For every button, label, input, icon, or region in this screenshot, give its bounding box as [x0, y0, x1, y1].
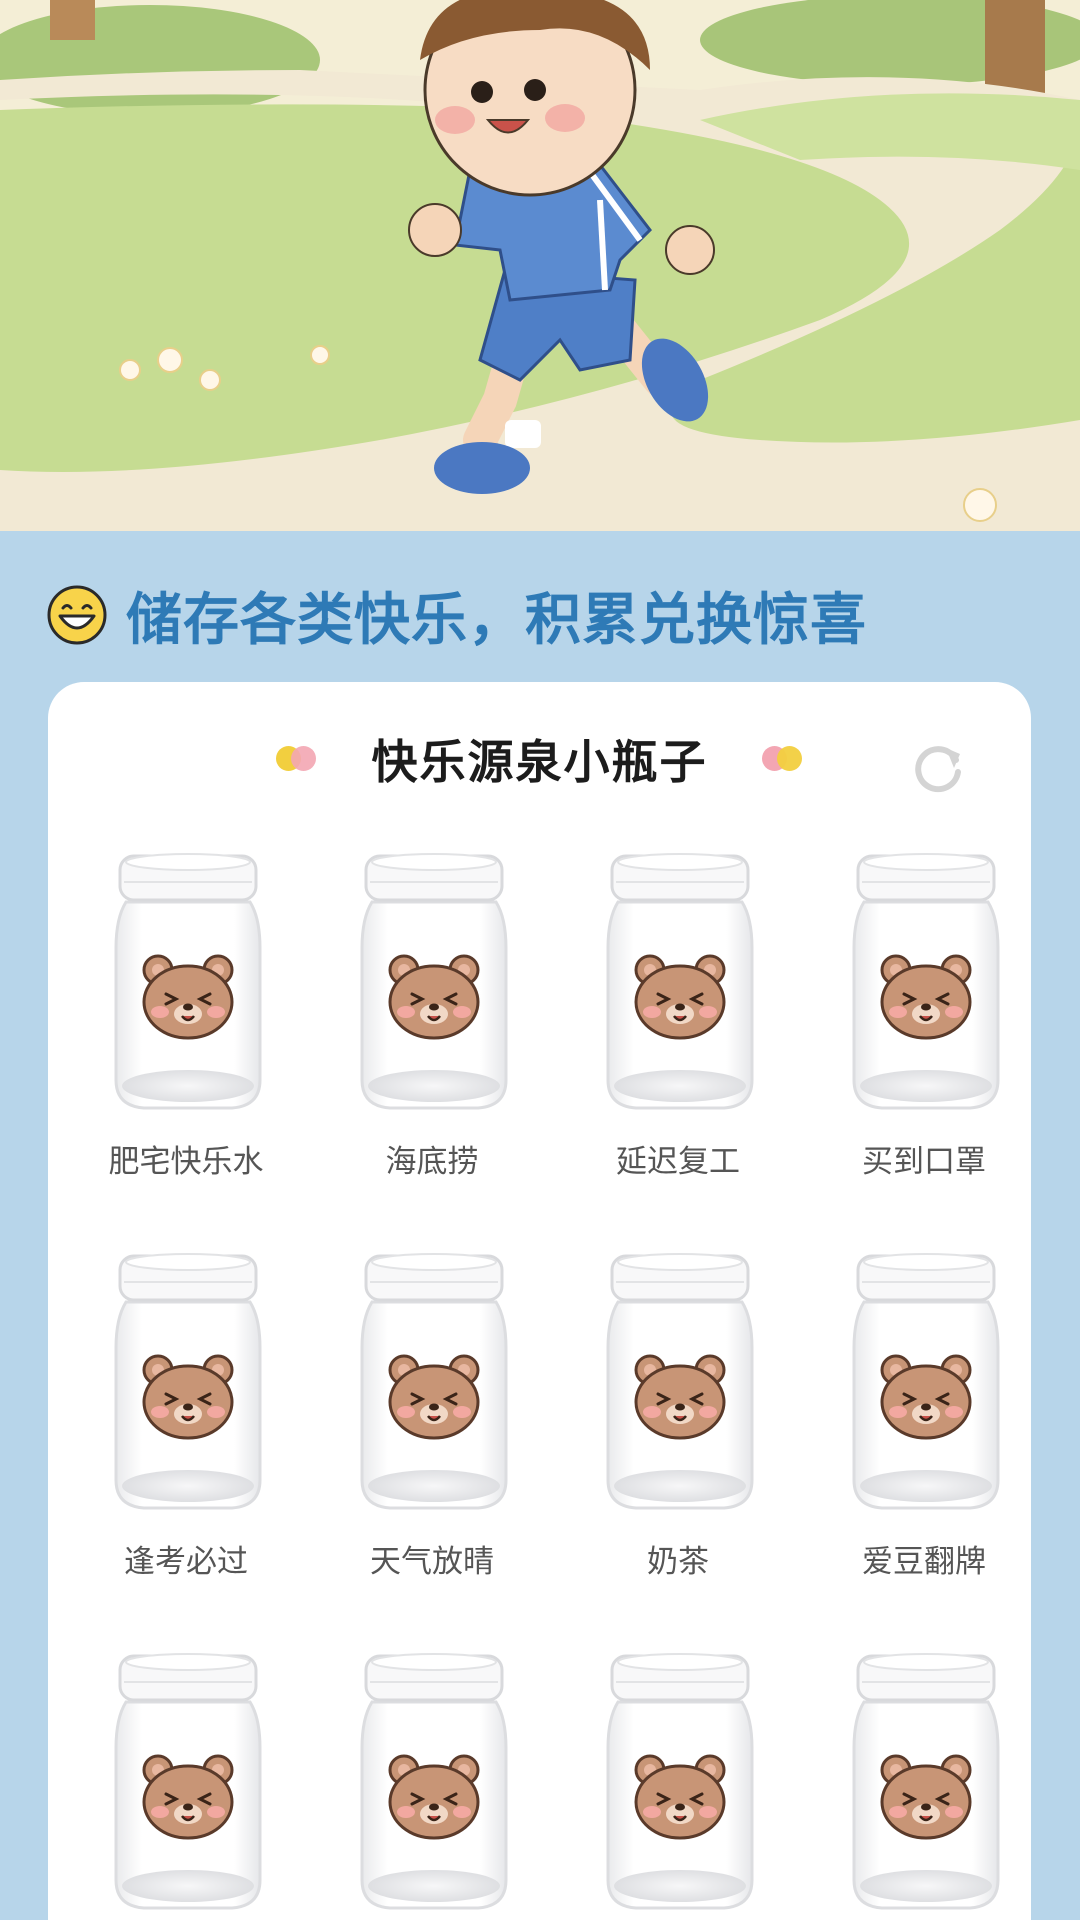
- jar-icon: [114, 853, 262, 1110]
- bear-face-icon: [142, 954, 234, 1040]
- jar-item[interactable]: 延迟复工: [578, 848, 778, 1208]
- jar-icon: [360, 1653, 508, 1910]
- jar-icon: [114, 1653, 262, 1910]
- jar-label: 天气放晴: [370, 1544, 494, 1580]
- jar-label: 逢考必过: [124, 1544, 248, 1580]
- bear-face-icon: [880, 954, 972, 1040]
- grinning-face-icon: [47, 585, 107, 645]
- refresh-icon[interactable]: [910, 740, 966, 796]
- jar-label: 肥宅快乐水: [108, 1144, 264, 1180]
- jar-icon: [606, 853, 754, 1110]
- bear-face-icon: [634, 954, 726, 1040]
- jar-item[interactable]: 海底捞: [332, 848, 532, 1208]
- bear-face-icon: [142, 1754, 234, 1840]
- jar-item[interactable]: [86, 1648, 286, 1920]
- bear-face-icon: [880, 1354, 972, 1440]
- jar-icon: [114, 1253, 262, 1510]
- page: 储存各类快乐，积累兑换惊喜 快乐源泉小瓶子 肥宅快乐水 海底捞 延迟复工 买到口…: [0, 0, 1080, 1920]
- headline-text: 储存各类快乐，积累兑换惊喜: [126, 587, 867, 653]
- jar-label: 延迟复工: [616, 1144, 740, 1180]
- running-boy-illustration: [0, 0, 1080, 531]
- card-title: 快乐源泉小瓶子: [371, 735, 708, 789]
- decor-dots-right: [762, 746, 806, 772]
- bear-face-icon: [388, 1754, 480, 1840]
- bear-face-icon: [880, 1754, 972, 1840]
- jar-item[interactable]: 逢考必过: [86, 1248, 286, 1608]
- jar-label: 爱豆翻牌: [862, 1544, 986, 1580]
- jar-icon: [852, 853, 1000, 1110]
- hero-illustration: [0, 0, 1080, 531]
- jar-label: 奶茶: [647, 1544, 709, 1580]
- jar-icon: [606, 1653, 754, 1910]
- jar-icon: [606, 1253, 754, 1510]
- jar-icon: [360, 853, 508, 1110]
- jar-item[interactable]: 买到口罩: [824, 848, 1024, 1208]
- bear-face-icon: [388, 1354, 480, 1440]
- jar-item[interactable]: [332, 1648, 532, 1920]
- jar-icon: [360, 1253, 508, 1510]
- jar-item[interactable]: 天气放晴: [332, 1248, 532, 1608]
- bear-face-icon: [388, 954, 480, 1040]
- jar-item[interactable]: [578, 1648, 778, 1920]
- jar-card: 快乐源泉小瓶子 肥宅快乐水 海底捞 延迟复工 买到口罩 逢考必过 天气放晴 奶茶…: [48, 682, 1031, 1920]
- jar-icon: [852, 1653, 1000, 1910]
- bear-face-icon: [634, 1354, 726, 1440]
- card-header: 快乐源泉小瓶子: [48, 712, 1031, 798]
- jar-item[interactable]: [824, 1648, 1024, 1920]
- jar-icon: [852, 1253, 1000, 1510]
- jar-item[interactable]: 奶茶: [578, 1248, 778, 1608]
- bear-face-icon: [634, 1754, 726, 1840]
- jar-item[interactable]: 肥宅快乐水: [86, 848, 286, 1208]
- jar-label: 买到口罩: [862, 1144, 986, 1180]
- yellow-dot: [777, 746, 802, 771]
- bear-face-icon: [142, 1354, 234, 1440]
- jar-label: 海底捞: [385, 1144, 479, 1180]
- section-headline: 储存各类快乐，积累兑换惊喜: [46, 578, 1046, 653]
- jar-item[interactable]: 爱豆翻牌: [824, 1248, 1024, 1608]
